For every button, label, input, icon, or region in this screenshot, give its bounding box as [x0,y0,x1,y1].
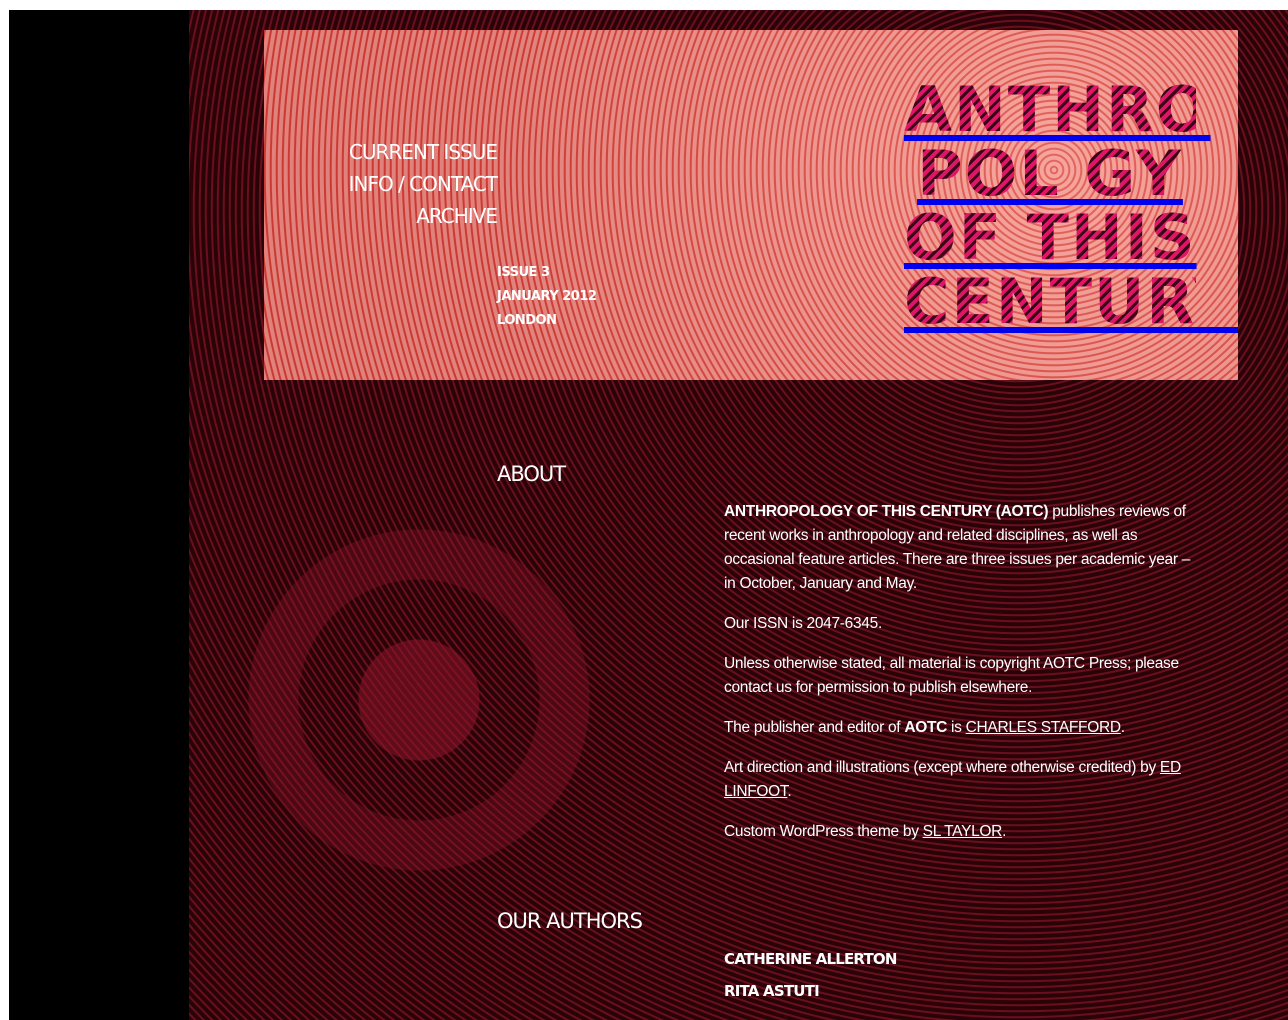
about-text: Custom WordPress theme by [724,823,923,840]
publisher-paragraph: The publisher and editor of AOTC is CHAR… [724,716,1194,740]
about-text: . [1120,719,1125,736]
nav-archive[interactable]: ARCHIVE [416,204,498,228]
authors-list: CATHERINE ALLERTON RITA ASTUTI [724,950,897,1014]
list-item[interactable]: RITA ASTUTI [724,982,897,1014]
copyright-paragraph: Unless otherwise stated, all material is… [724,655,1179,696]
sl-taylor-link[interactable]: SL TAYLOR [923,823,1003,840]
authors-heading: OUR AUTHORS [497,909,643,933]
aotc-abbrev: AOTC [904,719,948,736]
about-heading: ABOUT [497,462,566,486]
art-direction-paragraph: Art direction and illustrations (except … [724,756,1194,804]
about-text: . [787,783,792,800]
issue-number: ISSUE 3 [497,265,550,280]
logo-line: POL GY [904,142,1196,206]
issue-date: JANUARY 2012 [497,289,597,304]
site-header: CURRENT ISSUE INFO / CONTACT ARCHIVE ISS… [264,30,1238,380]
about-body: ANTHROPOLOGY OF THIS CENTURY (AOTC) publ… [724,500,1194,860]
nav-info-contact[interactable]: INFO / CONTACT [349,172,498,196]
aotc-title: ANTHROPOLOGY OF THIS CENTURY (AOTC) [724,503,1049,520]
logo-line: ANTHRO [904,73,1211,146]
about-text: The publisher and editor of [724,719,905,736]
about-text: is [947,719,966,736]
charles-stafford-link[interactable]: CHARLES STAFFORD [966,719,1121,736]
issue-place: LONDON [497,313,557,328]
author-name[interactable]: CATHERINE ALLERTON [724,950,897,968]
about-paragraph: ANTHROPOLOGY OF THIS CENTURY (AOTC) publ… [724,500,1194,596]
logo-line: OF THIS [904,201,1197,274]
nav-current-issue[interactable]: CURRENT ISSUE [349,140,498,164]
about-text: . [1002,823,1007,840]
list-item[interactable]: CATHERINE ALLERTON [724,950,897,982]
site-logo[interactable]: ANTHRO POL GY OF THIS CENTURY [904,73,1238,338]
theme-credit-paragraph: Custom WordPress theme by SL TAYLOR. [724,820,1194,844]
author-name[interactable]: RITA ASTUTI [724,982,820,1000]
logo-line: CENTURY [904,265,1238,338]
about-text: Art direction and illustrations (except … [724,759,1160,776]
page-frame: CURRENT ISSUE INFO / CONTACT ARCHIVE ISS… [9,10,1288,1020]
issn-paragraph: Our ISSN is 2047-6345. [724,615,882,632]
